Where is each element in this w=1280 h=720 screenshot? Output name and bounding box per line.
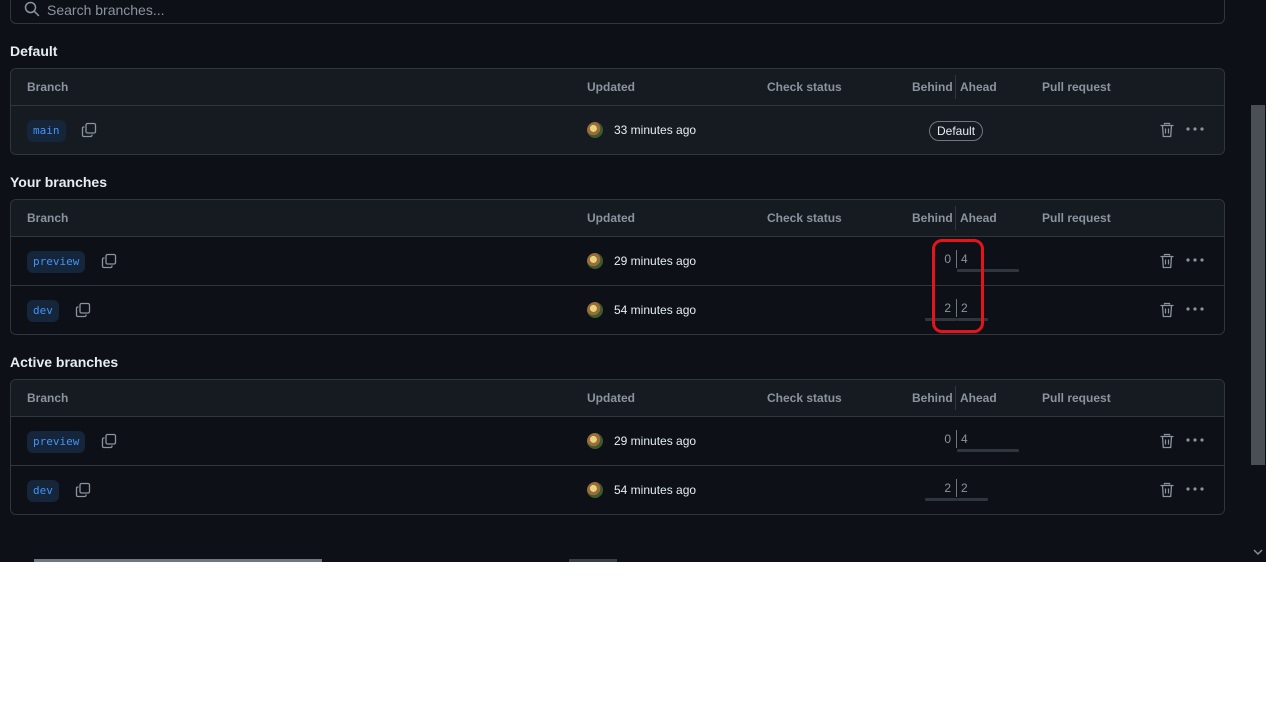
ahead-count: 4 — [961, 432, 968, 446]
behind-count: 2 — [944, 481, 951, 495]
trash-icon[interactable] — [1159, 302, 1175, 318]
updated-time: 33 minutes ago — [614, 123, 697, 137]
trash-icon[interactable] — [1159, 253, 1175, 269]
more-options-icon[interactable] — [1185, 481, 1205, 497]
table-header: Branch Updated Check status Behind Ahead… — [11, 69, 1224, 106]
section-title-your-branches: Your branches — [10, 174, 107, 190]
avatar[interactable] — [587, 253, 603, 269]
trash-icon[interactable] — [1159, 122, 1175, 138]
header-updated: Updated — [587, 80, 635, 94]
header-check-status: Check status — [767, 80, 842, 94]
branch-name-link[interactable]: preview — [27, 251, 86, 273]
ahead-count: 2 — [961, 481, 968, 495]
section-title-active-branches: Active branches — [10, 354, 119, 370]
scrollbar-thumb[interactable] — [1251, 105, 1265, 465]
default-badge: Default — [929, 121, 984, 141]
updated-time: 29 minutes ago — [614, 434, 697, 448]
table-header: Branch Updated Check status Behind Ahead… — [11, 200, 1224, 237]
updated-time: 54 minutes ago — [614, 483, 697, 497]
header-ahead: Ahead — [955, 206, 997, 230]
header-check-status: Check status — [767, 211, 842, 225]
header-ahead: Ahead — [955, 386, 997, 410]
header-branch: Branch — [27, 391, 69, 405]
branch-name-link[interactable]: dev — [27, 300, 59, 322]
copy-icon[interactable] — [101, 433, 117, 449]
search-placeholder: Search branches... — [47, 2, 165, 18]
updated-time: 54 minutes ago — [614, 303, 697, 317]
trash-icon[interactable] — [1159, 433, 1175, 449]
copy-icon[interactable] — [75, 302, 91, 318]
avatar[interactable] — [587, 482, 603, 498]
header-behind: Behind — [912, 391, 953, 405]
avatar[interactable] — [587, 433, 603, 449]
more-options-icon[interactable] — [1185, 252, 1205, 268]
chevron-down-icon[interactable] — [1252, 546, 1264, 558]
behind-count: 0 — [944, 432, 951, 446]
vertical-scrollbar[interactable] — [1248, 0, 1266, 562]
branch-name-link[interactable]: preview — [27, 431, 86, 453]
table-row: preview 29 minutes ago 0 4 — [11, 237, 1224, 286]
more-options-icon[interactable] — [1185, 121, 1205, 137]
section-title-default: Default — [10, 43, 58, 59]
your-branches-table: Branch Updated Check status Behind Ahead… — [10, 199, 1225, 335]
highlight-annotation — [932, 239, 984, 333]
table-header: Branch Updated Check status Behind Ahead… — [11, 380, 1224, 417]
branch-name-link[interactable]: dev — [27, 480, 59, 502]
horizontal-scrollbar-segment — [569, 559, 617, 562]
updated-time: 29 minutes ago — [614, 254, 697, 268]
header-ahead: Ahead — [955, 75, 997, 99]
behind-ahead-divider — [956, 479, 957, 497]
header-pull-request: Pull request — [1042, 211, 1111, 225]
copy-icon[interactable] — [75, 482, 91, 498]
ahead-bar — [957, 449, 1019, 452]
search-icon — [24, 1, 40, 17]
default-branches-table: Branch Updated Check status Behind Ahead… — [10, 68, 1225, 155]
more-options-icon[interactable] — [1185, 432, 1205, 448]
horizontal-scrollbar-thumb[interactable] — [34, 559, 322, 562]
header-branch: Branch — [27, 211, 69, 225]
copy-icon[interactable] — [81, 122, 97, 138]
avatar[interactable] — [587, 302, 603, 318]
header-check-status: Check status — [767, 391, 842, 405]
branches-page: Search branches... Default Branch Update… — [0, 0, 1266, 562]
header-updated: Updated — [587, 211, 635, 225]
header-behind: Behind — [912, 211, 953, 225]
ahead-bar — [957, 498, 988, 501]
table-row: dev 54 minutes ago 2 2 — [11, 466, 1224, 514]
branch-name-link[interactable]: main — [27, 120, 66, 142]
table-row: preview 29 minutes ago 0 4 — [11, 417, 1224, 466]
active-branches-table: Branch Updated Check status Behind Ahead… — [10, 379, 1225, 515]
header-branch: Branch — [27, 80, 69, 94]
table-row: main 33 minutes ago Default — [11, 106, 1224, 154]
copy-icon[interactable] — [101, 253, 117, 269]
header-updated: Updated — [587, 391, 635, 405]
table-row: dev 54 minutes ago 2 2 — [11, 286, 1224, 334]
avatar[interactable] — [587, 122, 603, 138]
header-pull-request: Pull request — [1042, 80, 1111, 94]
behind-ahead-divider — [956, 430, 957, 448]
header-pull-request: Pull request — [1042, 391, 1111, 405]
behind-bar — [925, 498, 957, 501]
search-branches-input[interactable]: Search branches... — [10, 0, 1225, 24]
more-options-icon[interactable] — [1185, 301, 1205, 317]
header-behind: Behind — [912, 80, 953, 94]
trash-icon[interactable] — [1159, 482, 1175, 498]
